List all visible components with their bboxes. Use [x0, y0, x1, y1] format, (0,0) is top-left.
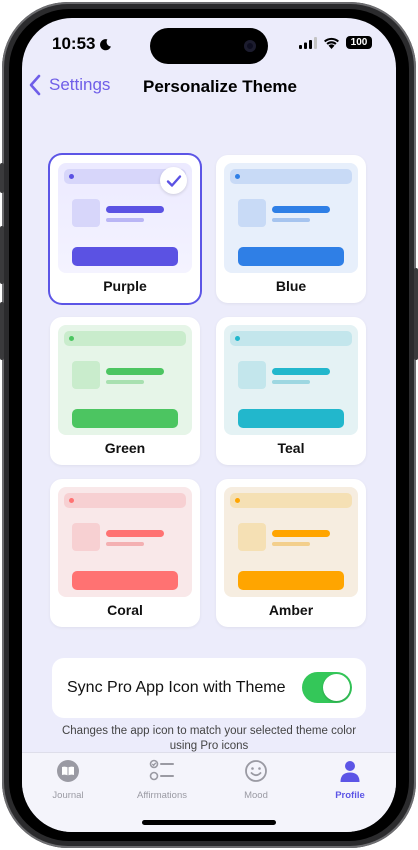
preview-button	[238, 409, 344, 428]
preview-subtitle-line	[272, 218, 310, 222]
preview-button	[72, 571, 178, 590]
person-icon	[340, 761, 360, 782]
battery-level: 100	[350, 37, 368, 48]
theme-name: Amber	[268, 602, 314, 618]
preview-subtitle-line	[272, 380, 310, 384]
tab-affirmations-label: Affirmations	[137, 790, 187, 801]
tab-mood[interactable]: Mood	[221, 759, 291, 801]
silent-switch	[0, 163, 4, 193]
theme-name: Blue	[275, 278, 307, 294]
preview-thumbnail	[72, 361, 100, 389]
sync-description: Changes the app icon to match your selec…	[61, 725, 357, 752]
preview-title-line	[106, 530, 164, 537]
status-time: 10:53	[52, 34, 112, 54]
sync-app-icon-row: Sync Pro App Icon with Theme	[52, 658, 366, 718]
tab-affirmations[interactable]: Affirmations	[127, 759, 197, 801]
toggle-knob	[323, 674, 350, 701]
theme-preview	[224, 325, 358, 435]
theme-name: Purple	[103, 278, 147, 294]
preview-title-line	[272, 206, 330, 213]
theme-card-blue[interactable]: Blue	[216, 155, 366, 303]
preview-title-line	[272, 530, 330, 537]
preview-header	[64, 493, 186, 508]
preview-thumbnail	[72, 523, 100, 551]
preview-dot	[235, 336, 240, 341]
theme-name: Green	[104, 440, 146, 456]
preview-subtitle-line	[106, 218, 144, 222]
preview-button	[238, 571, 344, 590]
preview-subtitle-line	[272, 542, 310, 546]
theme-card-purple[interactable]: Purple	[50, 155, 200, 303]
preview-title-line	[272, 368, 330, 375]
wifi-icon	[324, 37, 339, 49]
volume-down-button	[0, 302, 4, 360]
checklist-icon	[149, 759, 174, 781]
preview-dot	[235, 498, 240, 503]
sync-label: Sync Pro App Icon with Theme	[67, 679, 286, 696]
camera-icon	[244, 40, 256, 52]
battery-icon: 100	[346, 36, 372, 49]
volume-up-button	[0, 226, 4, 284]
checkmark-icon	[160, 167, 187, 194]
tab-journal-label: Journal	[52, 790, 84, 801]
preview-button	[238, 247, 344, 266]
preview-dot	[69, 498, 74, 503]
theme-card-teal[interactable]: Teal	[216, 317, 366, 465]
tab-profile-label: Profile	[335, 790, 365, 801]
preview-header	[64, 331, 186, 346]
power-button	[414, 268, 418, 360]
preview-button	[72, 409, 178, 428]
tab-mood-label: Mood	[244, 790, 268, 801]
theme-card-green[interactable]: Green	[50, 317, 200, 465]
home-indicator	[142, 820, 276, 825]
preview-thumbnail	[238, 523, 266, 551]
theme-name: Teal	[277, 440, 305, 456]
theme-preview	[58, 487, 192, 597]
preview-thumbnail	[238, 361, 266, 389]
preview-subtitle-line	[106, 542, 144, 546]
preview-header	[230, 169, 352, 184]
tab-profile[interactable]: Profile	[315, 759, 385, 801]
moon-icon	[100, 38, 112, 50]
book-icon	[57, 760, 79, 782]
preview-subtitle-line	[106, 380, 144, 384]
preview-dot	[235, 174, 240, 179]
preview-header	[230, 331, 352, 346]
preview-title-line	[106, 368, 164, 375]
preview-thumbnail	[72, 199, 100, 227]
dynamic-island	[150, 28, 268, 64]
preview-thumbnail	[238, 199, 266, 227]
screen: 10:53 100 Settings Personalize Theme Pur…	[22, 18, 396, 832]
cellular-signal-icon	[299, 36, 317, 49]
preview-dot	[69, 336, 74, 341]
page-title: Personalize Theme	[142, 77, 297, 96]
theme-preview	[224, 487, 358, 597]
preview-title-line	[106, 206, 164, 213]
preview-button	[72, 247, 178, 266]
theme-name: Coral	[107, 602, 143, 618]
theme-card-amber[interactable]: Amber	[216, 479, 366, 627]
sync-toggle[interactable]	[302, 672, 352, 703]
theme-preview	[224, 163, 358, 273]
navigation-bar: Settings Personalize Theme	[22, 72, 396, 106]
preview-header	[230, 493, 352, 508]
status-icons: 100	[299, 36, 372, 49]
preview-dot	[69, 174, 74, 179]
smiley-icon	[245, 760, 267, 782]
theme-card-coral[interactable]: Coral	[50, 479, 200, 627]
time-text: 10:53	[52, 34, 96, 53]
tab-journal[interactable]: Journal	[33, 759, 103, 801]
theme-preview	[58, 325, 192, 435]
